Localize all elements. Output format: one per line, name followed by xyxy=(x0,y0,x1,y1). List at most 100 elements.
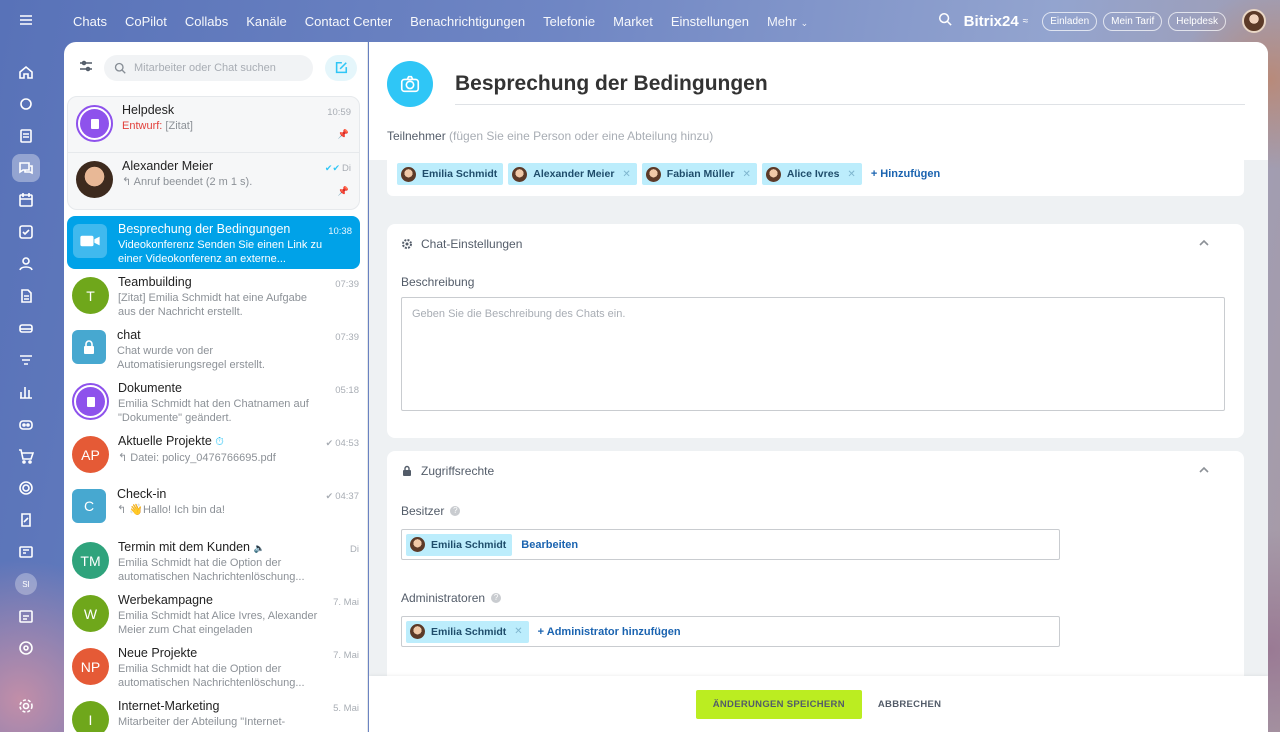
copilot-icon[interactable] xyxy=(12,90,40,118)
chat-item-active[interactable]: Besprechung der Bedingungen Videokonfere… xyxy=(67,216,360,269)
chat-item-helpdesk[interactable]: Helpdesk Entwurf: [Zitat] 10:59 📌 xyxy=(68,97,359,153)
chat-item[interactable]: AP Aktuelle Projekte ⏱ ↰ Datei: policy_047… xyxy=(64,428,367,481)
chat-avatar xyxy=(73,224,107,258)
tariff-button[interactable]: Mein Tarif xyxy=(1103,11,1163,31)
avatar xyxy=(401,166,416,182)
calendar-icon[interactable] xyxy=(12,186,40,214)
contacts-icon[interactable] xyxy=(12,250,40,278)
remove-icon[interactable]: ✕ xyxy=(742,169,750,180)
sign-icon[interactable] xyxy=(12,506,40,534)
helpdesk-button[interactable]: Helpdesk xyxy=(1168,11,1226,31)
docs-icon[interactable] xyxy=(12,282,40,310)
participant-chip[interactable]: Alexander Meier ✕ xyxy=(508,163,637,185)
participant-chip[interactable]: Alice Ivres ✕ xyxy=(761,163,862,185)
admins-label: Administratoren? xyxy=(401,591,502,605)
chat-time: 10:38 xyxy=(328,226,352,237)
chat-item-alexander-meier[interactable]: Alexander Meier ↰ Anruf beendet (2 m 1 s… xyxy=(68,153,359,209)
settings-icon[interactable] xyxy=(12,692,40,720)
add-admin-link[interactable]: + Administrator hinzufügen xyxy=(538,626,681,638)
admin-chip[interactable]: Emilia Schmidt ✕ xyxy=(406,620,529,643)
chat-time: 5. Mai xyxy=(333,703,359,714)
nav-collabs[interactable]: Collabs xyxy=(185,14,228,29)
nav-contact-center[interactable]: Contact Center xyxy=(305,14,392,29)
search-icon[interactable] xyxy=(938,12,952,31)
chevron-up-icon[interactable] xyxy=(1198,464,1218,479)
user-avatar[interactable] xyxy=(1242,9,1266,33)
nav-market[interactable]: Market xyxy=(613,14,653,29)
description-textarea[interactable]: Geben Sie die Beschreibung des Chats ein… xyxy=(401,297,1225,411)
nav-telephony[interactable]: Telefonie xyxy=(543,14,595,29)
help-icon[interactable]: ? xyxy=(450,506,461,516)
chat-preview: Emilia Schmidt hat die Option der automa… xyxy=(118,557,305,583)
nav-more[interactable]: Mehr ⌄ xyxy=(767,14,808,29)
cancel-button[interactable]: ABBRECHEN xyxy=(878,699,941,710)
chat-settings-header[interactable]: Chat-Einstellungen xyxy=(387,224,1244,264)
chat-settings-panel: Besprechung der Bedingungen Teilnehmer (… xyxy=(369,42,1268,732)
admins-field[interactable]: Emilia Schmidt ✕ + Administrator hinzufüg… xyxy=(401,616,1060,647)
theme-icon[interactable]: ≈ xyxy=(1023,16,1029,27)
chat-search-input[interactable]: Mitarbeiter oder Chat suchen xyxy=(104,55,314,81)
nav-chats[interactable]: Chats xyxy=(73,14,107,29)
lock-icon xyxy=(84,340,94,354)
chat-item[interactable]: TM Termin mit dem Kunden 🔈 Emilia Schmidt … xyxy=(64,534,367,587)
home-icon[interactable] xyxy=(12,58,40,86)
news-icon[interactable] xyxy=(12,538,40,566)
bot-icon[interactable] xyxy=(12,410,40,438)
chat-time: 7. Mai xyxy=(333,650,359,661)
chat-title-input[interactable]: Besprechung der Bedingungen xyxy=(455,72,768,96)
chat-item[interactable]: NP Neue Projekte Emilia Schmidt hat die Op… xyxy=(64,640,367,693)
avatar xyxy=(645,166,661,182)
feed-icon[interactable] xyxy=(12,122,40,150)
remove-icon[interactable]: ✕ xyxy=(847,169,855,180)
save-button[interactable]: ÄNDERUNGEN SPEICHERN xyxy=(695,689,862,719)
chat-item[interactable]: Dokumente Emilia Schmidt hat den Chatname… xyxy=(64,375,367,428)
chat-name-wrap: Neue Projekte xyxy=(118,646,318,660)
chat-item[interactable]: chat Chat wurde von der Automatisierungsr… xyxy=(64,322,367,375)
planner-icon[interactable] xyxy=(12,602,40,630)
participants-field[interactable]: Emilia Schmidt Alexander Meier ✕ Fabian M… xyxy=(387,152,1244,196)
funnel-icon[interactable] xyxy=(12,346,40,374)
chat-preview: Emilia Schmidt hat den Chatnamen auf "Do… xyxy=(118,398,309,424)
workspace-avatar[interactable]: SI xyxy=(15,573,37,595)
chat-time: 10:59 xyxy=(327,107,351,118)
chat-list-header: Mitarbeiter oder Chat suchen xyxy=(64,42,367,94)
nav-settings[interactable]: Einstellungen xyxy=(671,14,749,29)
remove-icon[interactable]: ✕ xyxy=(514,626,522,637)
chevron-up-icon[interactable] xyxy=(1198,237,1218,252)
filter-icon[interactable] xyxy=(78,58,94,79)
new-chat-button[interactable] xyxy=(325,55,357,81)
help-icon[interactable]: ? xyxy=(491,593,502,603)
nav-notifications[interactable]: Benachrichtigungen xyxy=(410,14,525,29)
chat-time-wrap: 5. Mai xyxy=(333,703,359,714)
chat-item[interactable]: I Internet-Marketing Mitarbeiter der Abtei… xyxy=(64,693,367,732)
menu-icon[interactable] xyxy=(12,6,40,34)
avatar xyxy=(410,624,425,639)
chat-icon[interactable] xyxy=(12,154,40,182)
owner-chip[interactable]: Emilia Schmidt xyxy=(406,533,513,556)
left-rail: SI xyxy=(0,0,52,732)
add-participant-link[interactable]: + Hinzufügen xyxy=(871,168,940,180)
owner-field[interactable]: Emilia Schmidt Bearbeiten xyxy=(401,529,1060,560)
chat-preview: Emilia Schmidt hat Alice Ivres, Alexande… xyxy=(118,610,318,636)
invite-button[interactable]: Einladen xyxy=(1042,11,1098,31)
target-icon[interactable] xyxy=(12,474,40,502)
nav-copilot[interactable]: CoPilot xyxy=(125,14,167,29)
support-icon[interactable] xyxy=(12,634,40,662)
camera-icon[interactable] xyxy=(387,61,433,107)
tasks-icon[interactable] xyxy=(12,218,40,246)
analytics-icon[interactable] xyxy=(12,378,40,406)
brand-logo[interactable]: Bitrix24 xyxy=(964,13,1019,30)
pinned-chats: Helpdesk Entwurf: [Zitat] 10:59 📌 Alexan… xyxy=(67,96,360,210)
shop-icon[interactable] xyxy=(12,442,40,470)
nav-channels[interactable]: Kanäle xyxy=(246,14,286,29)
read-check-icon: ✔ xyxy=(325,438,334,448)
remove-icon[interactable]: ✕ xyxy=(622,169,630,180)
participant-chip[interactable]: Emilia Schmidt xyxy=(397,163,504,185)
participant-chip[interactable]: Fabian Müller ✕ xyxy=(641,163,757,185)
chat-item[interactable]: C Check-in ↰ 👋Hallo! Ich bin da! ✔ 04:37 xyxy=(64,481,367,534)
chat-item[interactable]: W Werbekampagne Emilia Schmidt hat Alice I… xyxy=(64,587,367,640)
access-header[interactable]: Zugriffsrechte xyxy=(387,451,1244,491)
edit-owner-link[interactable]: Bearbeiten xyxy=(521,539,578,551)
chat-item[interactable]: T Teambuilding [Zitat] Emilia Schmidt hat … xyxy=(64,269,367,322)
crm-icon[interactable] xyxy=(12,314,40,342)
